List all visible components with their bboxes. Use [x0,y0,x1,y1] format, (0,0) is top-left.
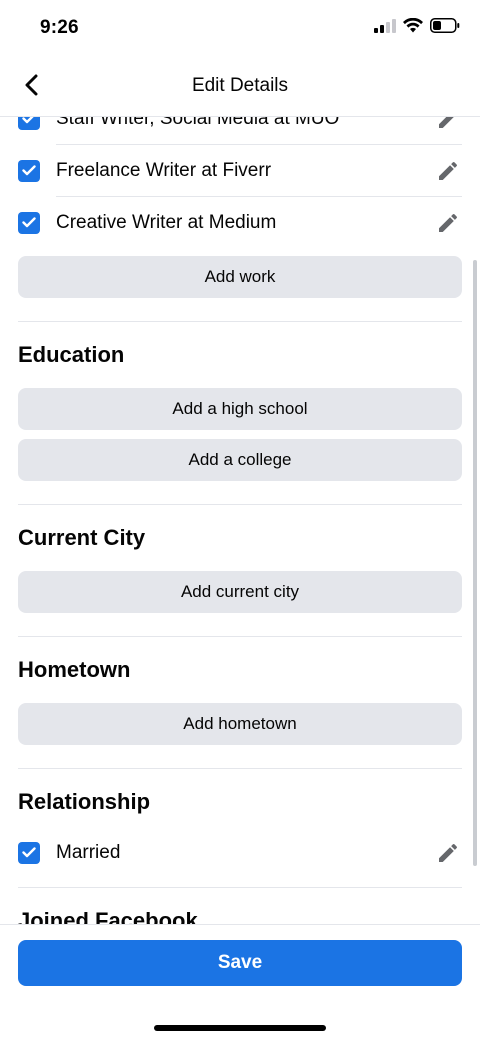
save-button[interactable]: Save [18,940,462,986]
pencil-icon [439,161,457,180]
checkmark-icon [22,847,36,858]
home-indicator[interactable] [154,1025,326,1031]
status-bar: 9:26 [0,0,480,58]
add-high-school-button[interactable]: Add a high school [18,388,462,430]
edit-work-button[interactable] [434,157,462,185]
bottom-bar: Save [0,924,480,1039]
add-hometown-button[interactable]: Add hometown [18,703,462,745]
navigation-bar: Edit Details [0,58,480,116]
add-college-button[interactable]: Add a college [18,439,462,481]
checkmark-icon [22,217,36,228]
wifi-icon [403,17,423,38]
edit-relationship-button[interactable] [434,839,462,867]
work-item-checkbox[interactable] [18,211,40,234]
checkmark-icon [22,116,35,124]
page-title: Edit Details [191,75,289,96]
work-item: Staff Writer, Social Media at MUO [18,116,462,145]
work-item: Creative Writer at Medium [18,197,462,248]
education-heading: Education [18,342,125,367]
pencil-icon [439,213,457,232]
edit-work-button[interactable] [434,209,462,237]
edit-details-screen: 9:26 Edit Details Staff Writer, Social M… [0,0,480,1039]
battery-icon [430,18,460,38]
work-item-label: Staff Writer, Social Media at MUO [56,116,340,129]
relationship-checkbox[interactable] [18,841,40,864]
scrollbar[interactable] [473,260,477,866]
status-time: 9:26 [40,17,79,38]
status-icons [374,17,460,38]
relationship-heading: Relationship [18,789,151,814]
checkmark-icon [22,165,36,176]
add-current-city-button[interactable]: Add current city [18,571,462,613]
joined-facebook-heading: Joined Facebook [18,908,198,924]
cellular-signal-icon [374,18,396,38]
pencil-icon [439,843,457,862]
relationship-label: Married [56,841,121,863]
relationship-item: Married [18,827,462,878]
add-work-button[interactable]: Add work [18,256,462,298]
work-item-checkbox[interactable] [18,159,40,182]
work-item-label: Freelance Writer at Fiverr [56,159,272,181]
pencil-icon [439,116,454,128]
work-item-checkbox[interactable] [18,116,40,130]
hometown-heading: Hometown [18,657,131,682]
current-city-heading: Current City [18,525,146,550]
work-item-label: Creative Writer at Medium [56,211,277,233]
details-list: Staff Writer, Social Media at MUO Freela… [0,116,480,924]
details-scroll-area[interactable]: Staff Writer, Social Media at MUO Freela… [0,116,480,924]
edit-work-button[interactable] [434,116,462,133]
work-item: Freelance Writer at Fiverr [18,145,462,197]
